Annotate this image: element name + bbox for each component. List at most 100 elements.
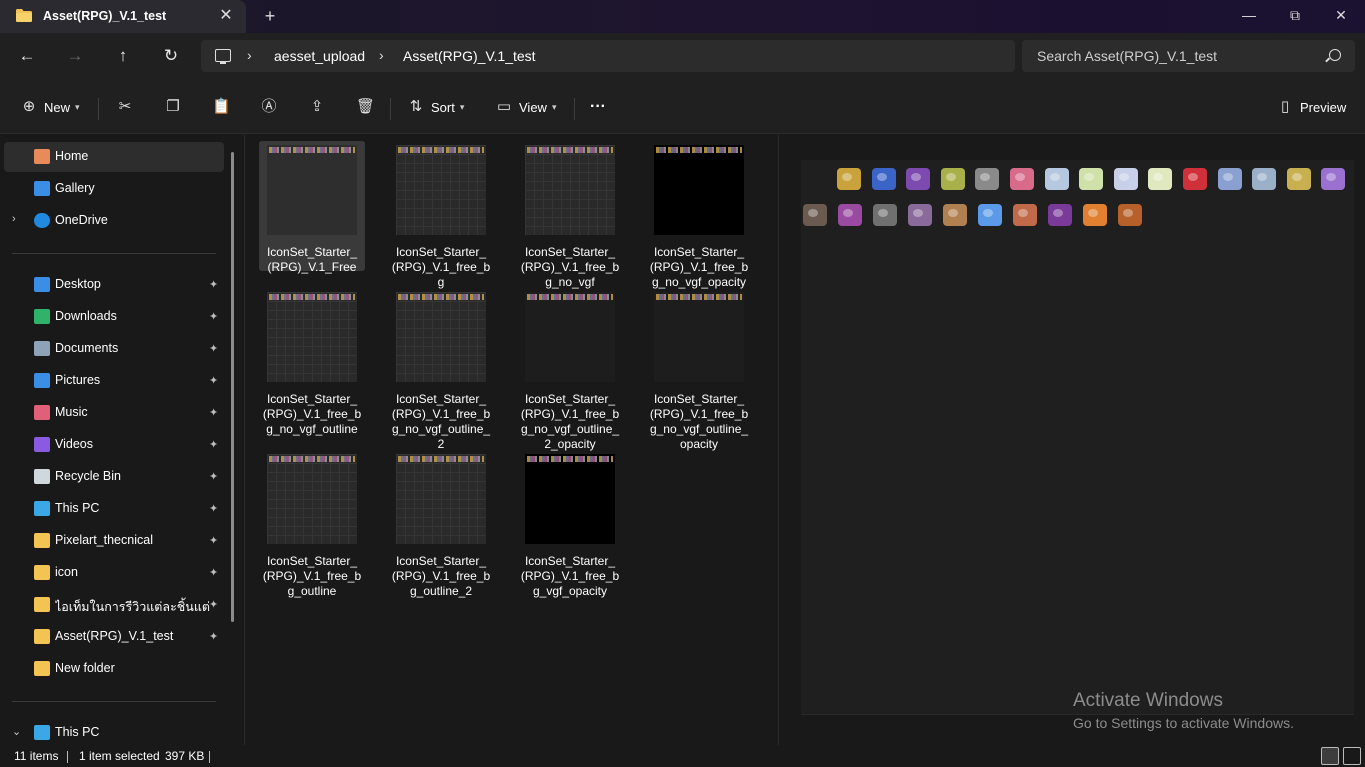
breadcrumb-separator-icon: › — [247, 47, 252, 63]
maximize-button[interactable]: ⧉ — [1272, 0, 1318, 30]
sidebar-item-label: Documents — [55, 341, 119, 355]
file-item[interactable]: IconSet_Starter_(RPG)_V.1_free_bg_outlin… — [259, 450, 365, 598]
cut-button[interactable]: ✂ — [116, 96, 140, 118]
sidebar-item-pinned[interactable]: icon ✦ — [4, 558, 224, 588]
sidebar-scrollbar[interactable] — [231, 152, 234, 622]
tab-asset-rpg[interactable]: Asset(RPG)_V.1_test ✕ — [0, 0, 246, 33]
search-box[interactable]: Search Asset(RPG)_V.1_test — [1022, 40, 1355, 72]
chevron-right-icon[interactable]: › — [12, 213, 16, 225]
sidebar-item-label: Videos — [55, 437, 93, 451]
folder-icon — [34, 533, 50, 548]
sidebar-item-pinned[interactable]: This PC ✦ — [4, 494, 224, 524]
pin-icon[interactable]: ✦ — [209, 278, 218, 291]
pin-icon[interactable]: ✦ — [209, 438, 218, 451]
sidebar-item-label: Asset(RPG)_V.1_test — [55, 629, 174, 643]
file-item[interactable]: IconSet_Starter_(RPG)_V.1_free_bg_no_vgf… — [259, 288, 365, 436]
back-button[interactable]: ← — [14, 44, 40, 68]
command-bar: ⊕ New ▾ ✂ ❐ 📋 Ⓐ ⇪ 🗑 ⇅ Sort ▾ ▭ View ▾ ··… — [0, 80, 1365, 134]
pin-icon[interactable]: ✦ — [209, 598, 218, 611]
thumbnail-icon-strip — [398, 294, 484, 300]
large-icons-view-button[interactable] — [1343, 747, 1361, 765]
more-options-button[interactable]: ··· — [590, 96, 606, 118]
pin-icon[interactable]: ✦ — [209, 566, 218, 579]
recycle-bin-icon — [34, 469, 50, 484]
title-bar: Asset(RPG)_V.1_test ✕ + — ⧉ ✕ — [0, 0, 1365, 33]
pin-icon[interactable]: ✦ — [209, 310, 218, 323]
file-item[interactable]: IconSet_Starter_(RPG)_V.1_free_bg_no_vgf… — [646, 288, 752, 451]
sprite-item-icon — [1286, 168, 1311, 190]
file-item[interactable]: IconSet_Starter_(RPG)_V.1_free_bg_no_vgf… — [517, 288, 623, 451]
file-item[interactable]: IconSet_Starter_(RPG)_V.1_free_bg — [388, 141, 494, 289]
sidebar-item-new-folder[interactable]: New folder — [4, 654, 224, 684]
sidebar-item-home[interactable]: Home — [4, 142, 224, 172]
sprite-item-icon — [871, 168, 896, 190]
file-thumbnail — [396, 454, 486, 544]
sidebar-item-label: ไอเท็มในการรีวิวแต่ละชิ้นแต่ละขนาด — [55, 600, 210, 614]
address-bar[interactable]: › aesset_upload › Asset(RPG)_V.1_test — [201, 40, 1015, 72]
sprite-item-icon — [908, 204, 932, 226]
up-button[interactable]: ↑ — [110, 44, 136, 68]
preview-toggle-button[interactable]: ▯ Preview — [1276, 96, 1346, 118]
sidebar-item-pinned[interactable]: ไอเท็มในการรีวิวแต่ละชิ้นแต่ละขนาด✦ — [4, 590, 224, 620]
file-item[interactable]: IconSet_Starter_(RPG)_V.1_free_bg_no_vgf… — [646, 141, 752, 289]
search-input[interactable]: Search Asset(RPG)_V.1_test — [1037, 48, 1217, 64]
sidebar-item-pinned[interactable]: Asset(RPG)_V.1_test ✦ — [4, 622, 224, 652]
activation-watermark-title: Activate Windows — [1073, 690, 1223, 711]
pin-icon[interactable]: ✦ — [209, 630, 218, 643]
details-view-button[interactable] — [1321, 747, 1339, 765]
sprite-item-icon — [1013, 204, 1037, 226]
pin-icon[interactable]: ✦ — [209, 406, 218, 419]
refresh-button[interactable]: ↻ — [158, 44, 184, 68]
sidebar-item-pinned[interactable]: Desktop ✦ — [4, 270, 224, 300]
sprite-item-icon — [803, 204, 827, 226]
sidebar-item-pinned[interactable]: Pixelart_thecnical ✦ — [4, 526, 224, 556]
view-button[interactable]: ▭ View ▾ — [495, 96, 557, 118]
copy-button[interactable]: ❐ — [164, 96, 188, 118]
file-item[interactable]: IconSet_Starter_(RPG)_V.1_free_bg_vgf_op… — [517, 450, 623, 598]
rename-button[interactable]: Ⓐ — [260, 96, 284, 118]
sidebar-item-pinned[interactable]: Music ✦ — [4, 398, 224, 428]
sidebar-item-gallery[interactable]: Gallery — [4, 174, 224, 204]
file-item[interactable]: IconSet_Starter_(RPG)_V.1_free_bg_outlin… — [388, 450, 494, 598]
tab-close-icon[interactable]: ✕ — [216, 6, 236, 26]
chevron-down-icon[interactable]: ⌄ — [12, 725, 21, 738]
pin-icon[interactable]: ✦ — [209, 374, 218, 387]
view-label: View — [519, 99, 547, 115]
sidebar-item-pinned[interactable]: Downloads ✦ — [4, 302, 224, 332]
new-button[interactable]: ⊕ New ▾ — [20, 96, 80, 118]
file-name: IconSet_Starter_(RPG)_V.1_free_bg_no_vgf… — [649, 245, 749, 289]
share-button[interactable]: ⇪ — [308, 96, 332, 118]
pin-icon[interactable]: ✦ — [209, 502, 218, 515]
breadcrumb-aesset-upload[interactable]: aesset_upload — [274, 48, 365, 64]
file-item[interactable]: IconSet_Starter_(RPG)_V.1_free_bg_no_vgf… — [388, 288, 494, 451]
sprite-item-icon — [1044, 168, 1069, 190]
new-tab-button[interactable]: + — [260, 6, 280, 26]
forward-button[interactable]: → — [62, 44, 88, 68]
sidebar-item-pinned[interactable]: Pictures ✦ — [4, 366, 224, 396]
sidebar-item-this-pc[interactable]: ⌄ This PC — [4, 718, 224, 748]
close-button[interactable]: ✕ — [1318, 0, 1364, 30]
sidebar-item-label: Desktop — [55, 277, 101, 291]
sidebar-item-pinned[interactable]: Videos ✦ — [4, 430, 224, 460]
sprite-item-icon — [906, 168, 931, 190]
file-item[interactable]: IconSet_Starter_(RPG)_V.1_Free — [259, 141, 365, 274]
thumbnail-icon-strip — [656, 294, 742, 300]
search-icon — [1329, 49, 1341, 61]
divider — [67, 751, 68, 763]
sidebar-item-pinned[interactable]: Recycle Bin ✦ — [4, 462, 224, 492]
file-item[interactable]: IconSet_Starter_(RPG)_V.1_free_bg_no_vgf — [517, 141, 623, 289]
minimize-button[interactable]: — — [1226, 0, 1272, 30]
sidebar-item-onedrive[interactable]: › OneDrive — [4, 206, 224, 236]
pin-icon[interactable]: ✦ — [209, 342, 218, 355]
pin-icon[interactable]: ✦ — [209, 470, 218, 483]
sort-button[interactable]: ⇅ Sort ▾ — [407, 96, 465, 118]
breadcrumb-asset-rpg[interactable]: Asset(RPG)_V.1_test — [403, 48, 536, 64]
paste-button[interactable]: 📋 — [212, 96, 236, 118]
new-label: New — [44, 99, 71, 115]
folder-icon — [34, 597, 50, 612]
divider — [12, 701, 216, 702]
divider — [574, 98, 575, 120]
pin-icon[interactable]: ✦ — [209, 534, 218, 547]
sidebar-item-pinned[interactable]: Documents ✦ — [4, 334, 224, 364]
delete-button[interactable]: 🗑 — [356, 96, 380, 118]
